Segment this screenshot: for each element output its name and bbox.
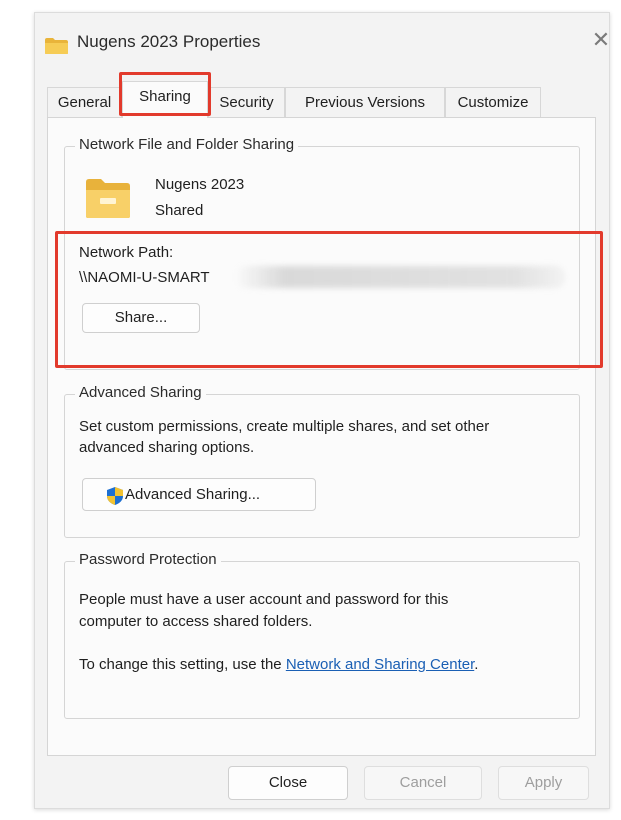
advanced-sharing-button[interactable]: Advanced Sharing... — [82, 478, 316, 511]
advanced-sharing-group: Advanced Sharing — [64, 384, 580, 538]
change-setting-prefix: To change this setting, use the — [79, 656, 286, 673]
network-sharing-center-link[interactable]: Network and Sharing Center — [286, 656, 474, 673]
advanced-sharing-button-label: Advanced Sharing... — [125, 486, 261, 503]
shared-folder-icon — [86, 179, 130, 218]
advanced-sharing-title: Advanced Sharing — [75, 384, 206, 401]
apply-button[interactable]: Apply — [498, 766, 589, 800]
advanced-sharing-description-line1: Set custom permissions, create multiple … — [79, 418, 490, 435]
folder-icon — [45, 38, 68, 54]
cancel-button[interactable]: Cancel — [364, 766, 482, 800]
sharing-panel: Network File and Folder Sharing Nugens 2… — [47, 117, 596, 756]
advanced-sharing-description-line2: advanced sharing options. — [79, 439, 255, 456]
folder-name: Nugens 2023 — [155, 176, 245, 193]
window-title: Nugens 2023 Properties — [77, 32, 261, 51]
folder-status: Shared — [155, 202, 204, 219]
password-protection-title: Password Protection — [75, 551, 221, 568]
network-path-highlight — [55, 231, 603, 368]
tab-security[interactable]: Security — [208, 87, 285, 118]
password-protection-line1: People must have a user account and pass… — [79, 591, 449, 608]
network-sharing-title: Network File and Folder Sharing — [75, 136, 299, 153]
properties-dialog: Nugens 2023 Properties ✕ General Sharing… — [34, 12, 610, 809]
close-icon[interactable]: ✕ — [590, 29, 612, 51]
change-setting-suffix: . — [474, 656, 479, 673]
password-protection-change-text: To change this setting, use the Network … — [79, 656, 478, 673]
tab-customize[interactable]: Customize — [445, 87, 541, 118]
password-protection-line2: computer to access shared folders. — [79, 613, 313, 630]
close-button[interactable]: Close — [228, 766, 348, 800]
password-protection-group: Password Protection — [64, 551, 580, 719]
uac-shield-icon — [107, 487, 123, 505]
tab-previous-versions[interactable]: Previous Versions — [285, 87, 445, 118]
title-bar: Nugens 2023 Properties ✕ — [35, 13, 612, 73]
tab-general[interactable]: General — [47, 87, 122, 118]
sharing-tab-highlight — [119, 72, 211, 116]
